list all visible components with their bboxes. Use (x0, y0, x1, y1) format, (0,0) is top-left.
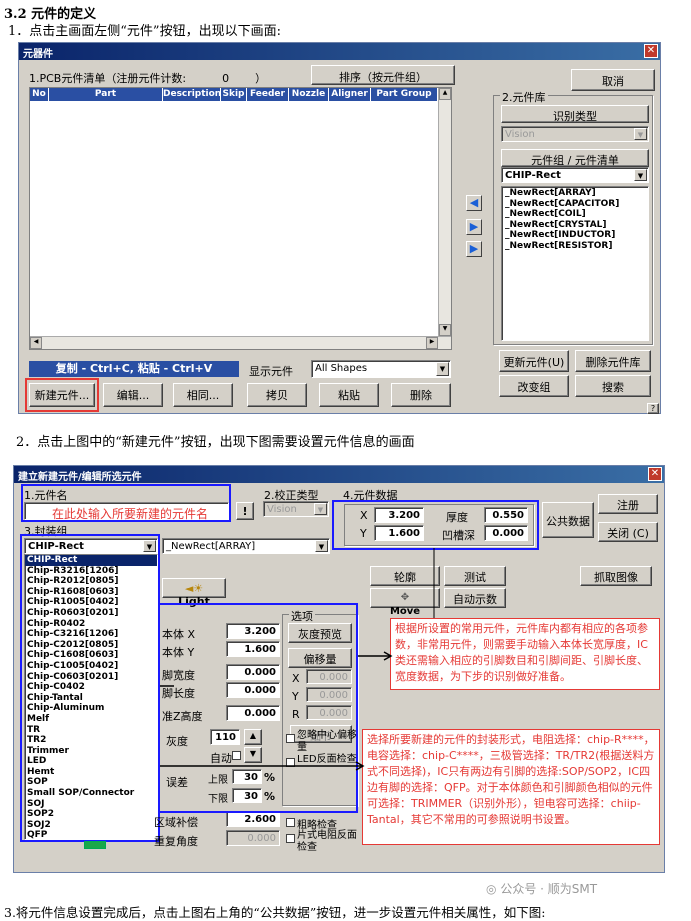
display-label: 显示元件 (249, 365, 293, 378)
watermark: ◎ 公众号 · 顺为SMT (486, 880, 597, 897)
step2-text: 2．点击上图中的“新建元件”按钮，出现下图需要设置元件信息的画面 (16, 435, 415, 450)
change-group-button[interactable]: 改变组 (499, 375, 569, 397)
component-count: 0 (222, 72, 230, 85)
components-window: 元器件 ✕ 1.PCB元件清单（注册元件计数: 0 ） 排序（按元件组） 取消 No … (18, 42, 661, 414)
horizontal-scrollbar[interactable]: ◀ ▶ (30, 336, 451, 349)
list-item[interactable]: _NewRect[RESISTOR] (503, 241, 647, 252)
pcb-list-title: 1.PCB元件清单（注册元件计数: 0 ） (29, 70, 266, 86)
library-title: 2.元件库 (500, 89, 548, 105)
scroll-up-icon[interactable]: ▲ (439, 88, 451, 100)
sort-button[interactable]: 排序（按元件组） (311, 65, 455, 85)
col-description[interactable]: Description (163, 88, 221, 101)
group-value: CHIP-Rect (505, 170, 561, 181)
watermark-text: 公众号 · 顺为SMT (500, 882, 598, 896)
group-list-button[interactable]: 元件组 / 元件清单 (501, 149, 649, 167)
group-select[interactable]: CHIP-Rect ▼ (501, 167, 649, 183)
paste-button[interactable]: 粘贴 (319, 383, 379, 407)
pcb-list-label: 1.PCB元件清单（注册元件计数: (29, 72, 187, 85)
col-skip[interactable]: Skip (221, 88, 247, 101)
col-feeder[interactable]: Feeder (247, 88, 289, 101)
arrow-double-right-icon[interactable]: ▶ (466, 241, 482, 257)
arrow-right-icon[interactable]: ▶ (466, 219, 482, 235)
chevron-down-icon[interactable]: ▼ (634, 169, 647, 181)
cancel-button[interactable]: 取消 (571, 69, 655, 91)
copy-button[interactable]: 拷贝 (247, 383, 307, 407)
chevron-down-icon[interactable]: ▼ (634, 128, 647, 140)
highlight-new-button (25, 378, 99, 412)
search-button[interactable]: 搜索 (575, 375, 651, 397)
list-item[interactable]: _NewRect[CAPACITOR] (503, 199, 647, 210)
recognition-type-select[interactable]: Vision ▼ (501, 126, 649, 142)
edit-button[interactable]: 编辑... (103, 383, 163, 407)
update-component-button[interactable]: 更新元件(U) (499, 350, 569, 372)
col-part[interactable]: Part (49, 88, 163, 101)
wechat-icon: ◎ (486, 882, 497, 896)
title-bar: 元器件 ✕ (19, 43, 660, 60)
vertical-scrollbar[interactable]: ▲ ▼ (438, 88, 451, 336)
step1-text: 1．点击主画面左侧“元件”按钮，出现以下画面: (8, 24, 281, 39)
list-item[interactable]: _NewRect[INDUCTOR] (503, 230, 647, 241)
new-component-window: 建立新建元件/编辑所选元件 ✕ 1.元件名 在此处输入所要新建的元件名 ! 2.校… (13, 465, 665, 873)
same-button[interactable]: 相同... (173, 383, 233, 407)
copy-shortcut-bar: 复制 - Ctrl+C, 粘贴 - Ctrl+V (29, 361, 239, 377)
scroll-down-icon[interactable]: ▼ (439, 324, 451, 336)
chevron-down-icon[interactable]: ▼ (436, 362, 449, 376)
recognition-type-button[interactable]: 识别类型 (501, 105, 649, 123)
library-list[interactable]: _NewRect[ARRAY] _NewRect[CAPACITOR] _New… (501, 186, 649, 341)
col-aligner[interactable]: Aligner (329, 88, 371, 101)
delete-button[interactable]: 删除 (391, 383, 451, 407)
help-button[interactable]: ? (647, 403, 659, 414)
scroll-right-icon[interactable]: ▶ (426, 337, 438, 349)
window-title: 元器件 (23, 49, 53, 60)
list-item[interactable]: _NewRect[ARRAY] (503, 188, 647, 199)
delete-library-button[interactable]: 删除元件库 (575, 350, 651, 372)
display-select[interactable]: All Shapes ▼ (311, 360, 451, 378)
list-item[interactable]: _NewRect[CRYSTAL] (503, 220, 647, 231)
step3-text: 3.将元件信息设置完成后，点击上图右上角的“公共数据”按钮，进一步设置元件相关属… (4, 905, 546, 920)
arrow-left-icon[interactable]: ◀ (466, 195, 482, 211)
col-nozzle[interactable]: Nozzle (289, 88, 329, 101)
scroll-left-icon[interactable]: ◀ (30, 337, 42, 349)
list-item[interactable]: _NewRect[COIL] (503, 209, 647, 220)
close-icon[interactable]: ✕ (644, 44, 658, 58)
display-value: All Shapes (315, 363, 368, 374)
count-paren: ） (255, 72, 267, 85)
pcb-component-table[interactable]: No Part Description Skip Feeder Nozzle A… (29, 87, 452, 350)
col-part-group[interactable]: Part Group (371, 88, 438, 101)
callout-arrows (160, 548, 435, 771)
recognition-value: Vision (505, 129, 535, 140)
col-no[interactable]: No (30, 88, 49, 101)
